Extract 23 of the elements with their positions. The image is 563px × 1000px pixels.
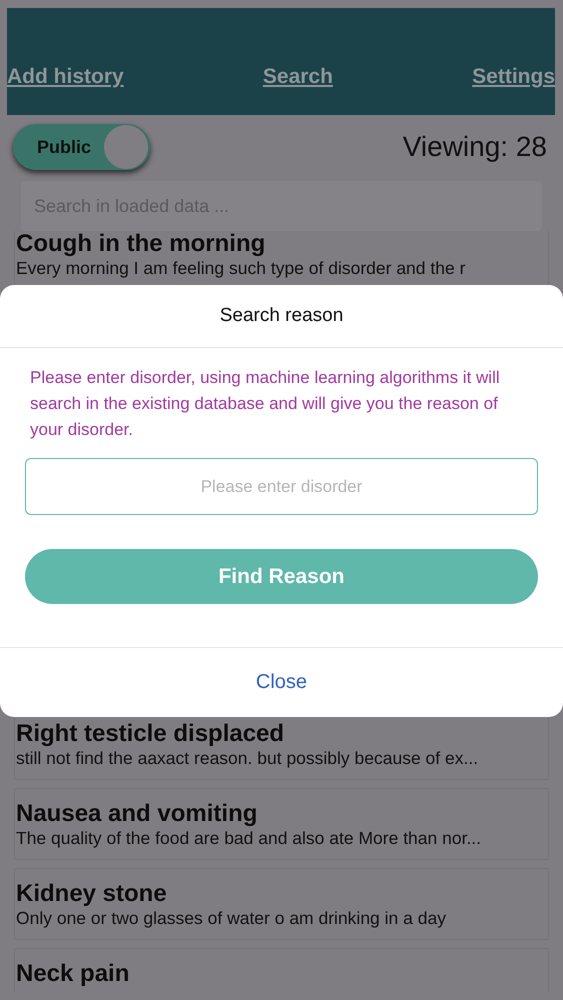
dialog-message: Please enter disorder, using machine learning algorithms it will search in the existing database and will give you the reason of your disorder. [29,367,501,441]
entry-title: Nausea and vomiting [15,801,258,827]
entry-title: Cough in the morning [15,231,266,257]
viewing-count: Viewing: 28 [402,131,547,163]
entry-card[interactable]: Kidney stone Only one or two glasses of water o am drinking in a day [14,868,549,940]
entry-description: still not find the aaxact reason. but possibly because of ex... [15,747,480,769]
disorder-input[interactable]: Please enter disorder [25,458,538,515]
entry-description: The quality of the food are bad and also ate More than nor... [15,827,482,849]
visibility-toggle[interactable]: Public [13,124,150,170]
dialog-title: Search reason [0,285,563,348]
toggle-label: Public [37,136,92,158]
entry-description: Only one or two glasses of water o am drinking in a day [15,907,447,929]
nav-link[interactable]: Settings [472,65,555,89]
nav-link[interactable]: Add history [7,65,124,89]
entry-card[interactable]: Neck pain [14,948,549,992]
entry-title: Kidney stone [15,881,168,907]
entry-description: Every morning I am feeling such type of disorder and the r [15,257,466,279]
toggle-thumb[interactable] [104,125,148,169]
nav-link[interactable]: Search [262,65,333,89]
close-button[interactable]: Close [0,647,563,717]
entry-title: Neck pain [15,961,130,987]
entry-title: Right testicle displaced [15,721,286,747]
entry-card[interactable]: Nausea and vomiting The quality of the food are bad and also ate More than nor... [14,788,549,860]
